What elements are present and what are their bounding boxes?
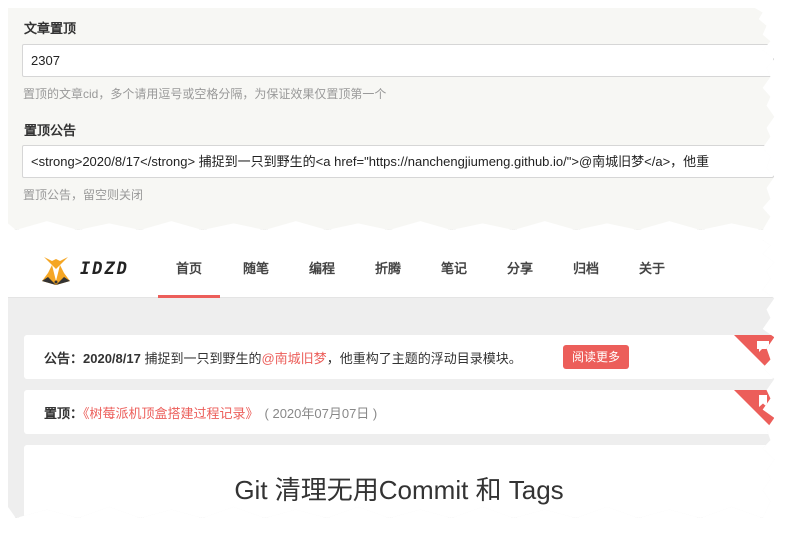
pinned-date: ( 2020年07月07日 ) bbox=[264, 406, 378, 421]
nav-home[interactable]: 首页 bbox=[158, 240, 220, 298]
blog-preview: IDZD 首页 随笔 编程 折腾 笔记 分享 归档 关于 公告：2020/8/1… bbox=[8, 240, 775, 518]
notice-card: 公告：2020/8/17 捕捉到一只到野生的@南城旧梦，他重构了主题的浮动目录模… bbox=[24, 335, 774, 379]
post-title[interactable]: Git 清理无用Commit 和 Tags bbox=[24, 470, 774, 507]
comment-icon bbox=[757, 341, 769, 352]
logo-text: IDZD bbox=[80, 259, 129, 279]
notice-text: 公告：2020/8/17 捕捉到一只到野生的@南城旧梦，他重构了主题的浮动目录模… bbox=[44, 348, 522, 367]
site-logo[interactable]: IDZD bbox=[38, 250, 148, 288]
navbar: IDZD 首页 随笔 编程 折腾 笔记 分享 归档 关于 bbox=[8, 240, 775, 298]
nav-share[interactable]: 分享 bbox=[492, 240, 548, 298]
post-card: Git 清理无用Commit 和 Tags bbox=[24, 445, 774, 518]
nav-essays[interactable]: 随笔 bbox=[228, 240, 284, 298]
notice-date: 2020/8/17 bbox=[83, 351, 141, 366]
notice-help-text: 置顶公告，留空则关闭 bbox=[23, 188, 144, 202]
nav-archive[interactable]: 归档 bbox=[558, 240, 614, 298]
nav-about[interactable]: 关于 bbox=[624, 240, 680, 298]
sticky-help-text: 置顶的文章cid，多个请用逗号或空格分隔，为保证效果仅置顶第一个 bbox=[23, 87, 387, 101]
bookmark-icon bbox=[759, 395, 767, 407]
pinned-text: 置顶：《树莓派机顶盒搭建过程记录》 ( 2020年07月07日 ) bbox=[44, 403, 377, 422]
nav-notes[interactable]: 笔记 bbox=[426, 240, 482, 298]
read-more-button[interactable]: 阅读更多 bbox=[563, 345, 630, 369]
notice-author-link[interactable]: @南城旧梦 bbox=[261, 351, 326, 366]
notice-body-2: ，他重构了主题的浮动目录模块。 bbox=[326, 351, 522, 366]
nav-tinkering[interactable]: 折腾 bbox=[360, 240, 416, 298]
pinned-prefix: 置顶： bbox=[44, 406, 84, 421]
pinned-card: 置顶：《树莓派机顶盒搭建过程记录》 ( 2020年07月07日 ) bbox=[24, 390, 774, 434]
sticky-label: 文章置顶 bbox=[24, 21, 77, 36]
nav-programming[interactable]: 编程 bbox=[294, 240, 350, 298]
fox-logo-icon bbox=[42, 257, 70, 285]
sticky-cid-input[interactable]: 2307 bbox=[22, 44, 774, 77]
notice-body-1: 捕捉到一只到野生的 bbox=[140, 351, 262, 366]
notice-prefix: 公告： bbox=[44, 351, 84, 366]
pinned-post-link[interactable]: 《树莓派机顶盒搭建过程记录》 bbox=[83, 406, 259, 421]
notice-input[interactable]: <strong>2020/8/17</strong> 捕捉到一只到野生的<a h… bbox=[22, 145, 774, 178]
settings-panel: 文章置顶 2307 置顶的文章cid，多个请用逗号或空格分隔，为保证效果仅置顶第… bbox=[8, 8, 775, 230]
notice-label: 置顶公告 bbox=[24, 123, 77, 138]
nav-active-indicator bbox=[158, 295, 220, 298]
